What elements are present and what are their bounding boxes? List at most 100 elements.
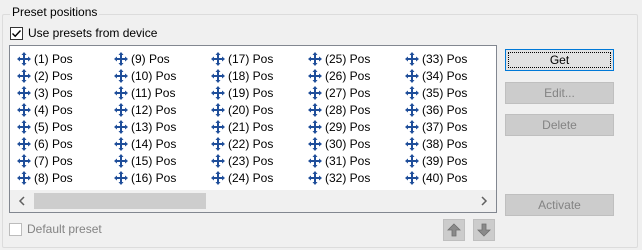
- preset-item[interactable]: (37) Pos: [404, 118, 467, 135]
- preset-item[interactable]: (35) Pos: [404, 84, 467, 101]
- preset-item[interactable]: (25) Pos: [307, 50, 370, 67]
- preset-item-label: (8) Pos: [34, 170, 73, 185]
- edit-button[interactable]: Edit...: [505, 82, 614, 104]
- preset-item[interactable]: (33) Pos: [404, 50, 467, 67]
- preset-item[interactable]: (13) Pos: [113, 118, 176, 135]
- preset-item[interactable]: (18) Pos: [210, 67, 273, 84]
- move-arrows-icon: [210, 85, 226, 101]
- preset-item[interactable]: (23) Pos: [210, 152, 273, 169]
- preset-item-label: (2) Pos: [34, 68, 73, 83]
- preset-item-label: (26) Pos: [325, 68, 371, 83]
- preset-item-label: (28) Pos: [325, 102, 371, 117]
- move-arrows-icon: [16, 170, 32, 186]
- move-arrows-icon: [16, 85, 32, 101]
- preset-item[interactable]: (10) Pos: [113, 67, 176, 84]
- move-down-button[interactable]: [473, 219, 495, 241]
- preset-column: (9) Pos (10) Pos (11) Pos (12) Pos (13) …: [113, 50, 176, 186]
- move-arrows-icon: [113, 102, 129, 118]
- use-presets-checkbox[interactable]: [10, 26, 23, 40]
- preset-item[interactable]: (27) Pos: [307, 84, 370, 101]
- preset-item-label: (17) Pos: [228, 51, 274, 66]
- preset-item[interactable]: (39) Pos: [404, 152, 467, 169]
- preset-column: (17) Pos (18) Pos (19) Pos (20) Pos (21)…: [210, 50, 273, 186]
- preset-column: (1) Pos (2) Pos (3) Pos (4) Pos (5) Pos …: [16, 50, 73, 186]
- preset-item[interactable]: (15) Pos: [113, 152, 176, 169]
- preset-item[interactable]: (16) Pos: [113, 169, 176, 186]
- preset-item[interactable]: (32) Pos: [307, 169, 370, 186]
- move-arrows-icon: [404, 119, 420, 135]
- horizontal-scrollbar[interactable]: [10, 190, 496, 212]
- preset-item[interactable]: (34) Pos: [404, 67, 467, 84]
- preset-item[interactable]: (4) Pos: [16, 101, 73, 118]
- move-arrows-icon: [404, 153, 420, 169]
- edit-button-label: Edit...: [544, 86, 575, 100]
- preset-item[interactable]: (6) Pos: [16, 135, 73, 152]
- preset-item[interactable]: (26) Pos: [307, 67, 370, 84]
- default-preset-checkbox[interactable]: [9, 222, 22, 236]
- preset-item[interactable]: (9) Pos: [113, 50, 176, 67]
- move-arrows-icon: [16, 136, 32, 152]
- preset-item-label: (21) Pos: [228, 119, 274, 134]
- preset-item-label: (4) Pos: [34, 102, 73, 117]
- up-arrow-icon: [447, 223, 461, 237]
- preset-item[interactable]: (5) Pos: [16, 118, 73, 135]
- preset-item[interactable]: (8) Pos: [16, 169, 73, 186]
- preset-item[interactable]: (7) Pos: [16, 152, 73, 169]
- preset-item[interactable]: (28) Pos: [307, 101, 370, 118]
- preset-item-label: (31) Pos: [325, 153, 371, 168]
- move-arrows-icon: [307, 136, 323, 152]
- scroll-right-arrow-icon[interactable]: [474, 190, 494, 212]
- preset-item[interactable]: (40) Pos: [404, 169, 467, 186]
- preset-item-label: (40) Pos: [422, 170, 468, 185]
- preset-item[interactable]: (36) Pos: [404, 101, 467, 118]
- preset-item-label: (9) Pos: [131, 51, 170, 66]
- preset-item[interactable]: (38) Pos: [404, 135, 467, 152]
- preset-item-label: (11) Pos: [131, 85, 176, 100]
- move-arrows-icon: [113, 153, 129, 169]
- preset-item[interactable]: (3) Pos: [16, 84, 73, 101]
- move-arrows-icon: [210, 102, 226, 118]
- preset-item-label: (34) Pos: [422, 68, 468, 83]
- preset-item-label: (7) Pos: [34, 153, 73, 168]
- move-arrows-icon: [210, 119, 226, 135]
- preset-item[interactable]: (2) Pos: [16, 67, 73, 84]
- preset-item[interactable]: (12) Pos: [113, 101, 176, 118]
- move-arrows-icon: [16, 153, 32, 169]
- preset-item[interactable]: (24) Pos: [210, 169, 273, 186]
- default-preset-row[interactable]: Default preset: [9, 222, 102, 236]
- move-arrows-icon: [113, 85, 129, 101]
- move-arrows-icon: [210, 136, 226, 152]
- preset-item[interactable]: (17) Pos: [210, 50, 273, 67]
- use-presets-checkbox-row[interactable]: Use presets from device: [10, 26, 157, 40]
- move-arrows-icon: [307, 51, 323, 67]
- preset-item[interactable]: (22) Pos: [210, 135, 273, 152]
- scrollbar-thumb[interactable]: [34, 193, 206, 209]
- preset-column: (25) Pos (26) Pos (27) Pos (28) Pos (29)…: [307, 50, 370, 186]
- get-button[interactable]: Get: [505, 49, 614, 71]
- preset-item-label: (39) Pos: [422, 153, 468, 168]
- activate-button[interactable]: Activate: [505, 194, 614, 216]
- preset-list[interactable]: (1) Pos (2) Pos (3) Pos (4) Pos (5) Pos …: [9, 45, 497, 213]
- move-arrows-icon: [307, 68, 323, 84]
- preset-item-label: (15) Pos: [131, 153, 177, 168]
- preset-item-label: (6) Pos: [34, 136, 73, 151]
- preset-item[interactable]: (21) Pos: [210, 118, 273, 135]
- preset-item[interactable]: (31) Pos: [307, 152, 370, 169]
- activate-button-label: Activate: [538, 198, 581, 212]
- move-arrows-icon: [113, 119, 129, 135]
- preset-item[interactable]: (30) Pos: [307, 135, 370, 152]
- preset-item[interactable]: (19) Pos: [210, 84, 273, 101]
- preset-item[interactable]: (29) Pos: [307, 118, 370, 135]
- move-up-button[interactable]: [443, 219, 465, 241]
- scroll-left-arrow-icon[interactable]: [12, 190, 32, 212]
- preset-item[interactable]: (20) Pos: [210, 101, 273, 118]
- move-arrows-icon: [307, 153, 323, 169]
- delete-button[interactable]: Delete: [505, 114, 614, 136]
- preset-item[interactable]: (14) Pos: [113, 135, 176, 152]
- preset-item[interactable]: (11) Pos: [113, 84, 176, 101]
- move-arrows-icon: [404, 102, 420, 118]
- preset-item[interactable]: (1) Pos: [16, 50, 73, 67]
- preset-item-label: (19) Pos: [228, 85, 274, 100]
- preset-item-label: (30) Pos: [325, 136, 371, 151]
- move-arrows-icon: [16, 102, 32, 118]
